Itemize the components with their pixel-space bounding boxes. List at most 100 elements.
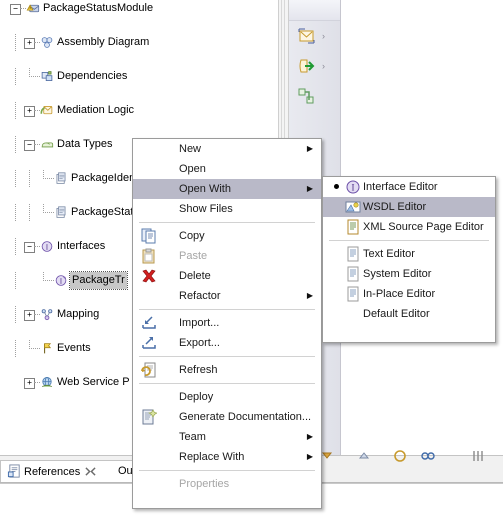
submenu-item-system-editor[interactable]: System Editor xyxy=(323,264,495,284)
tree-label-selected: PackageTr xyxy=(69,271,128,290)
submenu-label: Text Editor xyxy=(363,248,415,260)
view-menu-icon[interactable] xyxy=(470,448,486,464)
menu-label: Replace With xyxy=(179,451,245,463)
menu-label: Copy xyxy=(179,230,205,242)
submenu-item-interface-editor[interactable]: I Interface Editor xyxy=(323,177,495,197)
expander-minus-7[interactable]: − xyxy=(24,242,35,253)
tree-label: Data Types xyxy=(57,138,113,150)
expander-plus-3[interactable]: + xyxy=(24,106,35,117)
submenu-item-default-editor[interactable]: Default Editor xyxy=(323,304,495,324)
menu-separator xyxy=(139,356,315,357)
interface-icon: I xyxy=(346,180,360,194)
context-menu[interactable]: New ▶ Open Open With ▶ Show Files Copy P… xyxy=(132,138,322,509)
menu-item-refactor[interactable]: Refactor ▶ xyxy=(133,286,321,306)
menu-label: Show Files xyxy=(179,203,233,215)
tab-label: Ou xyxy=(118,465,133,477)
menu-item-export[interactable]: Export... xyxy=(133,333,321,353)
view-toolbar[interactable] xyxy=(320,448,503,466)
tree-label: Mediation Logic xyxy=(57,104,135,116)
menu-item-refresh[interactable]: Refresh xyxy=(133,360,321,380)
tab-label: References xyxy=(24,466,81,478)
palette-flyout-arrow-2[interactable]: › xyxy=(322,62,325,71)
palette-item-export-tool[interactable]: › xyxy=(296,56,340,78)
menu-item-open[interactable]: Open xyxy=(133,159,321,179)
expander-plus-1[interactable]: + xyxy=(24,38,35,49)
dependencies-icon xyxy=(41,71,53,81)
submenu-label: System Editor xyxy=(363,268,432,280)
tree-label: Mapping xyxy=(57,308,100,320)
palette-flyout-arrow-1[interactable]: › xyxy=(322,32,325,41)
tree-item-packagestatusmodule[interactable]: − PackageStatusModule xyxy=(0,0,278,17)
link-with-editor-icon[interactable] xyxy=(420,448,436,464)
palette-item-mediation-flow-tool[interactable]: › xyxy=(296,26,340,48)
svg-text:I: I xyxy=(352,183,355,193)
references-icon xyxy=(7,464,20,478)
expander-minus-0[interactable]: − xyxy=(10,4,21,15)
menu-label: Team xyxy=(179,431,206,443)
menu-item-import[interactable]: Import... xyxy=(133,313,321,333)
tree-item-mediation-logic[interactable]: + Mediation Logic xyxy=(0,102,278,119)
module-warning-icon xyxy=(26,4,40,13)
menu-item-open-with[interactable]: Open With ▶ xyxy=(133,179,321,199)
refresh-view-icon[interactable] xyxy=(392,448,408,464)
submenu-separator xyxy=(329,240,489,241)
tree-label: Assembly Diagram xyxy=(57,36,150,48)
menu-item-team[interactable]: Team ▶ xyxy=(133,427,321,447)
expander-plus-9[interactable]: + xyxy=(24,310,35,321)
submenu-item-in-place-editor[interactable]: In-Place Editor xyxy=(323,284,495,304)
copy-icon xyxy=(141,228,156,244)
import-icon xyxy=(142,316,156,329)
generate-doc-icon xyxy=(142,409,157,425)
collapse-all-icon[interactable] xyxy=(320,448,336,464)
expand-all-icon[interactable] xyxy=(356,448,372,464)
menu-separator xyxy=(139,470,315,471)
export-icon xyxy=(299,59,315,73)
xml-editor-icon xyxy=(347,219,359,235)
tree-label: Interfaces xyxy=(57,240,106,252)
expander-plus-11[interactable]: + xyxy=(24,378,35,389)
chevron-right-icon: ▶ xyxy=(306,291,313,300)
mediation-logic-icon xyxy=(40,106,53,115)
submenu-item-text-editor[interactable]: Text Editor xyxy=(323,244,495,264)
menu-separator xyxy=(139,309,315,310)
business-object-icon xyxy=(56,172,66,184)
menu-label: Generate Documentation... xyxy=(179,411,312,423)
submenu-item-wsdl-editor[interactable]: WSDL Editor xyxy=(323,197,495,217)
submenu-item-xml-source-page-editor[interactable]: XML Source Page Editor xyxy=(323,217,495,237)
menu-item-deploy[interactable]: Deploy xyxy=(133,387,321,407)
paste-icon xyxy=(142,248,155,264)
palette-item-wire-tool[interactable] xyxy=(296,86,340,108)
close-icon[interactable] xyxy=(85,466,96,477)
menu-item-delete[interactable]: Delete xyxy=(133,266,321,286)
open-with-submenu[interactable]: I Interface Editor WSDL Editor XML Sourc… xyxy=(322,176,496,343)
menu-item-properties: Properties xyxy=(133,474,321,494)
menu-item-new[interactable]: New ▶ xyxy=(133,139,321,159)
wsdl-icon xyxy=(345,201,361,213)
selected-bullet-icon xyxy=(334,184,339,189)
submenu-label: Default Editor xyxy=(363,308,430,320)
menu-item-replace-with[interactable]: Replace With ▶ xyxy=(133,447,321,467)
tree-label: Web Service P xyxy=(57,376,130,388)
menu-label: Import... xyxy=(179,317,220,329)
tree-item-dependencies[interactable]: Dependencies xyxy=(0,68,278,85)
palette-header xyxy=(288,0,340,21)
menu-item-show-files[interactable]: Show Files xyxy=(133,199,321,219)
delete-icon xyxy=(142,269,156,283)
menu-separator xyxy=(139,222,315,223)
menu-label: Open xyxy=(179,163,206,175)
export-icon xyxy=(142,337,156,349)
tree-item-assembly-diagram[interactable]: + Assembly Diagram xyxy=(0,34,278,51)
menu-item-copy[interactable]: Copy xyxy=(133,226,321,246)
mapping-icon xyxy=(41,309,53,321)
interfaces-folder-icon: I xyxy=(41,241,53,252)
submenu-label: Interface Editor xyxy=(363,181,438,193)
wire-icon xyxy=(298,88,314,104)
menu-item-generate-documentation[interactable]: Generate Documentation... xyxy=(133,407,321,427)
menu-label: Refactor xyxy=(179,290,221,302)
chevron-right-icon: ▶ xyxy=(306,184,313,193)
text-file-icon xyxy=(347,266,359,282)
mediation-flow-icon xyxy=(298,28,315,44)
tree-label: Dependencies xyxy=(57,70,128,82)
expander-minus-4[interactable]: − xyxy=(24,140,35,151)
chevron-right-icon: ▶ xyxy=(306,432,313,441)
